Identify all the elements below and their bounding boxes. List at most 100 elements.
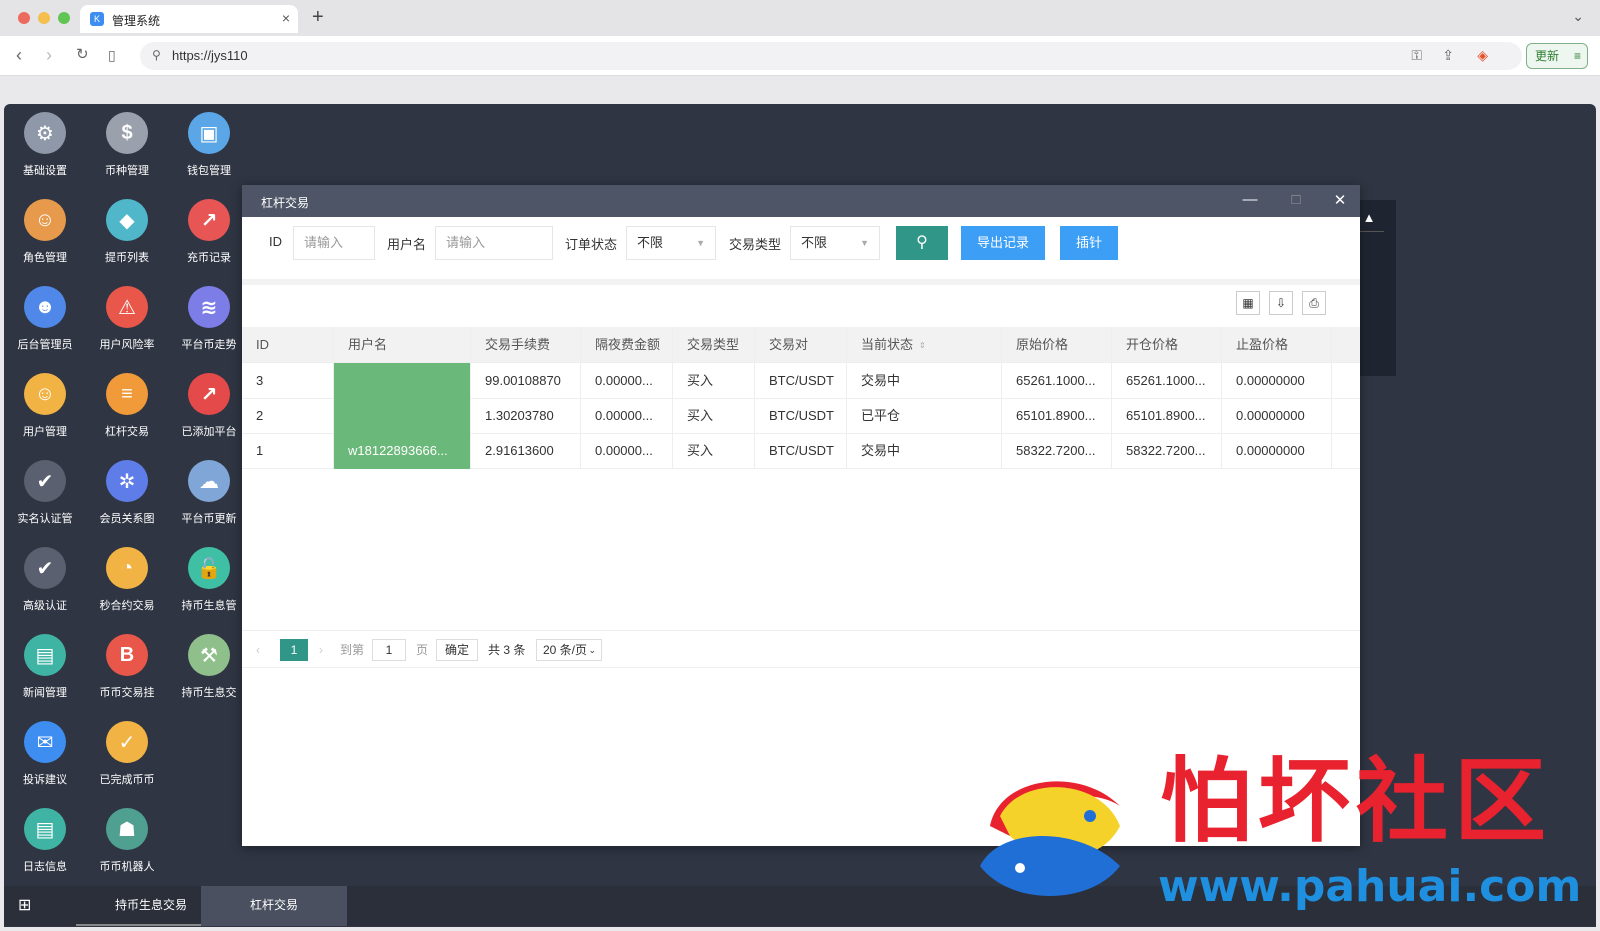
task-leverage-trade[interactable]: 杠杆交易 <box>201 886 347 926</box>
new-tab-icon[interactable]: + <box>312 7 324 27</box>
id-input[interactable]: 请输入 <box>293 226 375 260</box>
desktop-icon[interactable]: ☻ 后台管理员 <box>4 278 86 362</box>
desktop-icon[interactable]: $ 币种管理 <box>86 104 168 188</box>
export-button[interactable]: 导出记录 <box>961 226 1045 260</box>
share-icon[interactable]: ⇪ <box>1442 47 1454 64</box>
column-header[interactable]: 隔夜费金额 <box>581 327 673 363</box>
column-header[interactable]: 开仓价格 <box>1112 327 1222 363</box>
column-filter-icon[interactable]: ▦ <box>1236 291 1260 315</box>
desktop-icon-label: 用户管理 <box>23 426 67 438</box>
back-icon[interactable]: ‹ <box>16 45 22 65</box>
search-button[interactable]: ⚲ <box>896 226 948 260</box>
next-page-icon[interactable]: › <box>319 639 323 661</box>
export-icon[interactable]: ⇩ <box>1269 291 1293 315</box>
zoom-window-button[interactable] <box>58 12 70 24</box>
watermark-title: 怕坏社区 <box>1160 748 1553 855</box>
address-bar[interactable]: ⚲ https://jys110 ⚿ ⇪ ◈ <box>140 42 1522 70</box>
table-cell: 0.00000000 <box>1222 433 1332 469</box>
desktop-icon[interactable]: ⚙ 基础设置 <box>4 104 86 188</box>
table-cell: w18122893666... <box>334 433 471 469</box>
desktop-icon[interactable]: ⚒ 持币生息交 <box>168 626 250 710</box>
page-1-button[interactable]: 1 <box>280 639 308 661</box>
desktop-icon[interactable]: ✔ 高级认证 <box>4 539 86 623</box>
cloud-refresh-icon: ☁ <box>188 460 230 502</box>
desktop-icon-label: 币种管理 <box>105 165 149 177</box>
site-settings-icon[interactable]: ⚲ <box>152 48 161 62</box>
desktop-icon[interactable]: ✲ 会员关系图 <box>86 452 168 536</box>
desktop-icon[interactable]: ☺ 用户管理 <box>4 365 86 449</box>
desktop-icon-label: 已添加平台 <box>181 426 237 438</box>
desktop-icon[interactable]: ☁ 平台币更新 <box>168 452 250 536</box>
table-cell: 65101.8900... <box>1112 398 1222 434</box>
desktop-icon[interactable]: 🔓 持币生息管 <box>168 539 250 623</box>
table-cell: 交易中 <box>847 363 1002 399</box>
goto-confirm-button[interactable]: 确定 <box>436 639 478 661</box>
column-header[interactable]: 用户名 <box>334 327 471 363</box>
desktop-icon[interactable]: ☺ 角色管理 <box>4 191 86 275</box>
desktop-icon[interactable]: ✉ 投诉建议 <box>4 713 86 797</box>
maximize-icon[interactable]: □ <box>1286 191 1306 208</box>
close-icon[interactable]: ✕ <box>1330 191 1350 209</box>
desktop-icon[interactable]: ✓ 已完成币币 <box>86 713 168 797</box>
table-row[interactable]: 1 w18122893666... 2.91613600 0.00000... 买入 BT… <box>242 433 1360 469</box>
leverage-trade-window: 杠杆交易 — □ ✕ ID 请输入 用户名 请输入 订单状态 不限 ▼ 交易类型… <box>242 185 1360 846</box>
forward-icon[interactable]: › <box>46 45 52 65</box>
pin-button[interactable]: 插针 <box>1060 226 1118 260</box>
desktop-icon[interactable]: ≡ 杠杆交易 <box>86 365 168 449</box>
column-header[interactable]: ID <box>242 327 334 363</box>
desktop-icon[interactable]: ▣ 钱包管理 <box>168 104 250 188</box>
close-window-button[interactable] <box>18 12 30 24</box>
key-icon[interactable]: ⚿ <box>1411 47 1422 64</box>
url-text[interactable]: https://jys110 <box>172 48 248 63</box>
start-menu-icon[interactable]: ⊞ <box>18 897 36 915</box>
desktop-icon[interactable]: ≋ 平台币走势 <box>168 278 250 362</box>
bookmark-icon[interactable]: ▯ <box>108 45 116 65</box>
desktop-icon-label: 日志信息 <box>23 861 67 873</box>
desktop-icon[interactable]: ◔ 秒合约交易 <box>86 539 168 623</box>
brave-shield-icon[interactable]: ◈ <box>1477 47 1488 64</box>
id-label: ID <box>269 234 282 249</box>
desktop-icon[interactable]: ⚠ 用户风险率 <box>86 278 168 362</box>
column-header[interactable]: 当前状态 ⇕ <box>847 327 1002 363</box>
cell-value: 1.30203780 <box>485 408 554 423</box>
desktop-icon[interactable]: ◆ 提币列表 <box>86 191 168 275</box>
desktop-icon[interactable]: ✔ 实名认证管 <box>4 452 86 536</box>
goto-page-input[interactable]: 1 <box>372 639 406 661</box>
minimize-icon[interactable]: — <box>1240 191 1260 208</box>
desktop-icon[interactable]: ▤ 新闻管理 <box>4 626 86 710</box>
sort-icon[interactable]: ⇕ <box>919 341 926 349</box>
minimize-window-button[interactable] <box>38 12 50 24</box>
order-status-select[interactable]: 不限 ▼ <box>626 226 716 260</box>
desktop-icon[interactable]: ↗ 充币记录 <box>168 191 250 275</box>
goto-label: 到第 <box>340 643 365 657</box>
column-header[interactable]: 交易类型 <box>673 327 755 363</box>
tab-list-chevron-icon[interactable]: ⌄ <box>1572 8 1584 25</box>
table-row[interactable]: 2 1.30203780 0.00000... 买入 BTC/USDT 已平仓 65101.… <box>242 398 1360 434</box>
reload-icon[interactable]: ↻ <box>76 45 89 65</box>
desktop-icon-label: 后台管理员 <box>17 339 73 351</box>
print-icon[interactable]: ⎙ <box>1302 291 1326 315</box>
column-header[interactable]: 交易手续费 <box>471 327 581 363</box>
column-header[interactable]: 原始价格 <box>1002 327 1112 363</box>
pagination: ‹ 1 › 到第 1 页 确定 共 3 条 20 条/页 ⌄ <box>242 630 1360 668</box>
table-cell: 65261.1000... <box>1112 363 1222 399</box>
update-button[interactable]: 更新 ≡ <box>1526 43 1588 69</box>
table-row[interactable]: 3 99.00108870 0.00000... 买入 BTC/USDT 交易中 65261… <box>242 363 1360 399</box>
window-titlebar[interactable]: 杠杆交易 — □ ✕ <box>242 185 1360 217</box>
column-header[interactable]: 止盈价格 <box>1222 327 1332 363</box>
desktop-icon[interactable]: ▤ 日志信息 <box>4 800 86 884</box>
username-input[interactable]: 请输入 <box>435 226 553 260</box>
browser-tab[interactable]: K 管理系统 × <box>80 5 298 33</box>
trade-type-select[interactable]: 不限 ▼ <box>790 226 880 260</box>
browser-toolbar: ‹ › ↻ ▯ ⚲ https://jys110 ⚿ ⇪ ◈ 更新 ≡ <box>0 36 1600 76</box>
desktop-icon[interactable]: ☗ 币币机器人 <box>86 800 168 884</box>
tab-close-icon[interactable]: × <box>282 10 290 26</box>
desktop-icon[interactable]: ↗ 已添加平台 <box>168 365 250 449</box>
prev-page-icon[interactable]: ‹ <box>256 639 260 661</box>
column-header[interactable]: 交易对 <box>755 327 847 363</box>
desktop-icon[interactable]: B 币币交易挂 <box>86 626 168 710</box>
browser-tab-bar: K 管理系统 × + ⌄ <box>0 0 1600 36</box>
page-size-select[interactable]: 20 条/页 ⌄ <box>536 639 602 661</box>
cell-value: 买入 <box>687 443 714 458</box>
table-header-row: ID 用户名 交易手续费 隔夜费金额 交易类型 交易对 当前状态 ⇕ 原始价格 开仓价格 止盈价格 <box>242 327 1360 363</box>
